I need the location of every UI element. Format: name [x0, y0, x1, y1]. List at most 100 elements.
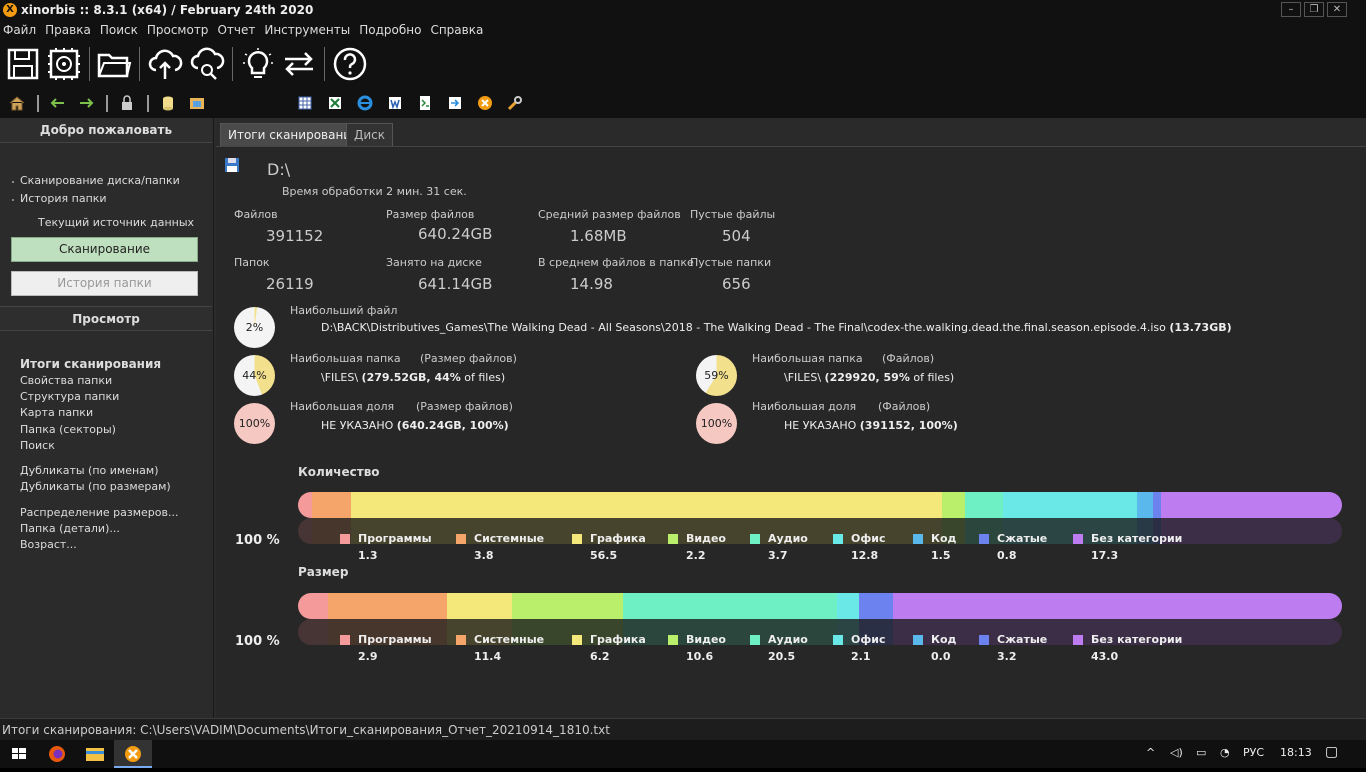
- largest-folder-size-detail: \FILES\ (279.52GB, 44% of files): [321, 371, 506, 384]
- word-icon[interactable]: [387, 95, 403, 111]
- largest-share-size-detail: НЕ УКАЗАНО (640.24GB, 100%): [321, 419, 509, 432]
- firefox-icon[interactable]: [38, 740, 76, 768]
- sidebar-item-folder-details[interactable]: Папка (детали)...: [20, 522, 120, 535]
- stat-label: Средний размер файлов: [538, 208, 681, 221]
- menu-tools[interactable]: Инструменты: [264, 23, 350, 37]
- legend-value: 12.8: [851, 549, 879, 562]
- forward-arrow-icon[interactable]: [79, 95, 95, 111]
- tab-disk[interactable]: Диск: [346, 123, 394, 146]
- xinorbis-icon[interactable]: [477, 95, 493, 111]
- lock-icon[interactable]: [119, 95, 135, 111]
- menu-file[interactable]: Файл: [3, 23, 36, 37]
- notifications-icon[interactable]: ▢: [1325, 744, 1338, 760]
- close-button[interactable]: ✕: [1327, 2, 1347, 17]
- window-title: xinorbis :: 8.3.1 (x64) / February 24th …: [21, 2, 314, 17]
- legend-swatch: [750, 534, 760, 544]
- legend-value: 3.7: [768, 549, 788, 562]
- home-icon[interactable]: [9, 95, 25, 111]
- volume-icon[interactable]: ◁): [1170, 746, 1183, 759]
- stat-label: В среднем файлов в папке: [538, 256, 694, 269]
- legend-value: 20.5: [768, 650, 796, 663]
- menu-search[interactable]: Поиск: [100, 23, 138, 37]
- language-indicator[interactable]: РУС: [1243, 746, 1264, 759]
- chevron-up-icon[interactable]: ^: [1146, 746, 1155, 759]
- x-logo-icon[interactable]: X: [3, 2, 17, 17]
- tab-scan-summary[interactable]: Итоги сканирования: [220, 123, 367, 146]
- legend-label: Офис: [851, 633, 886, 646]
- legend-swatch: [668, 534, 678, 544]
- xinorbis-taskbar-icon[interactable]: [114, 740, 152, 768]
- bar-segment-0: [298, 619, 329, 645]
- export-icon[interactable]: [447, 95, 463, 111]
- legend-value: 1.5: [931, 549, 951, 562]
- save-icon[interactable]: [224, 157, 240, 173]
- toolbar-separator: [147, 95, 149, 112]
- tools-icon[interactable]: [507, 95, 523, 111]
- lightbulb-icon[interactable]: [240, 46, 276, 82]
- legend-label: Без категории: [1091, 532, 1183, 545]
- save-icon[interactable]: [5, 46, 41, 82]
- sidebar-item-folder-properties[interactable]: Свойства папки: [20, 374, 112, 387]
- legend-swatch: [979, 635, 989, 645]
- legend-swatch: [572, 635, 582, 645]
- sidebar-item-folder-structure[interactable]: Структура папки: [20, 390, 119, 403]
- restore-button[interactable]: ❐: [1304, 2, 1324, 17]
- legend-value: 2.9: [358, 650, 378, 663]
- bar-segment-4: [964, 492, 1004, 518]
- legend-swatch: [456, 635, 466, 645]
- xml-icon[interactable]: [417, 95, 433, 111]
- history-button[interactable]: История папки: [11, 271, 198, 296]
- open-folder-icon[interactable]: [96, 46, 132, 82]
- legend-label: Аудио: [768, 532, 808, 545]
- legend-value: 11.4: [474, 650, 502, 663]
- legend-value: 43.0: [1091, 650, 1119, 663]
- legend-label: Системные: [474, 633, 545, 646]
- help-icon[interactable]: [332, 46, 368, 82]
- scan-button[interactable]: Сканирование: [11, 237, 198, 262]
- sidebar-item-age[interactable]: Возраст...: [20, 538, 77, 551]
- toolbar-separator: [37, 95, 39, 112]
- settings-chip-icon[interactable]: [46, 46, 82, 82]
- menu-edit[interactable]: Правка: [45, 23, 91, 37]
- file-explorer-icon[interactable]: [76, 740, 114, 768]
- sidebar-item-search[interactable]: Поиск: [20, 439, 55, 452]
- table-icon[interactable]: [297, 95, 313, 111]
- sidebar-item-scan-summary[interactable]: Итоги сканирования: [20, 357, 161, 371]
- menu-view[interactable]: Просмотр: [147, 23, 209, 37]
- network-icon[interactable]: ◔: [1220, 746, 1230, 759]
- menu-details[interactable]: Подробно: [359, 23, 421, 37]
- sidebar-item-scan-disk[interactable]: Сканирование диска/папки: [20, 174, 180, 187]
- largest-folder-files-pie: 59%: [696, 355, 737, 396]
- largest-share-files-pie: 100%: [696, 403, 737, 444]
- legend-label: Видео: [686, 532, 726, 545]
- legend-value: 2.2: [686, 549, 706, 562]
- bar-segment-4: [622, 593, 838, 619]
- sidebar-item-folder-sectors[interactable]: Папка (секторы): [20, 423, 116, 436]
- database-icon[interactable]: [160, 95, 176, 111]
- menu-help[interactable]: Справка: [430, 23, 483, 37]
- windows-start-icon[interactable]: [0, 740, 38, 768]
- sidebar-item-duplicates-sizes[interactable]: Дубликаты (по размерам): [20, 480, 171, 493]
- sidebar-item-size-distribution[interactable]: Распределение размеров...: [20, 506, 178, 519]
- ie-icon[interactable]: [357, 95, 373, 111]
- minimize-button[interactable]: –: [1281, 2, 1301, 17]
- clock[interactable]: 18:13: [1280, 746, 1312, 759]
- swap-arrows-icon[interactable]: [281, 46, 317, 82]
- cloud-search-icon[interactable]: [189, 46, 225, 82]
- excel-icon[interactable]: [327, 95, 343, 111]
- stat-label: Размер файлов: [386, 208, 475, 221]
- chart-total: 100 %: [235, 533, 280, 548]
- legend-swatch: [913, 635, 923, 645]
- battery-icon[interactable]: ▭: [1196, 746, 1206, 759]
- legend-swatch: [1073, 534, 1083, 544]
- sidebar-item-folder-history[interactable]: История папки: [20, 192, 107, 205]
- sidebar-item-duplicates-names[interactable]: Дубликаты (по именам): [20, 464, 159, 477]
- sidebar-item-folder-map[interactable]: Карта папки: [20, 406, 93, 419]
- folder-picture-icon[interactable]: [189, 95, 205, 111]
- menu-report[interactable]: Отчет: [217, 23, 255, 37]
- cloud-upload-icon[interactable]: [147, 46, 183, 82]
- back-arrow-icon[interactable]: [49, 95, 65, 111]
- bar-segment-6: [1137, 492, 1153, 518]
- stat-value: 504: [722, 227, 751, 245]
- app-window: X xinorbis :: 8.3.1 (x64) / February 24t…: [0, 0, 1366, 740]
